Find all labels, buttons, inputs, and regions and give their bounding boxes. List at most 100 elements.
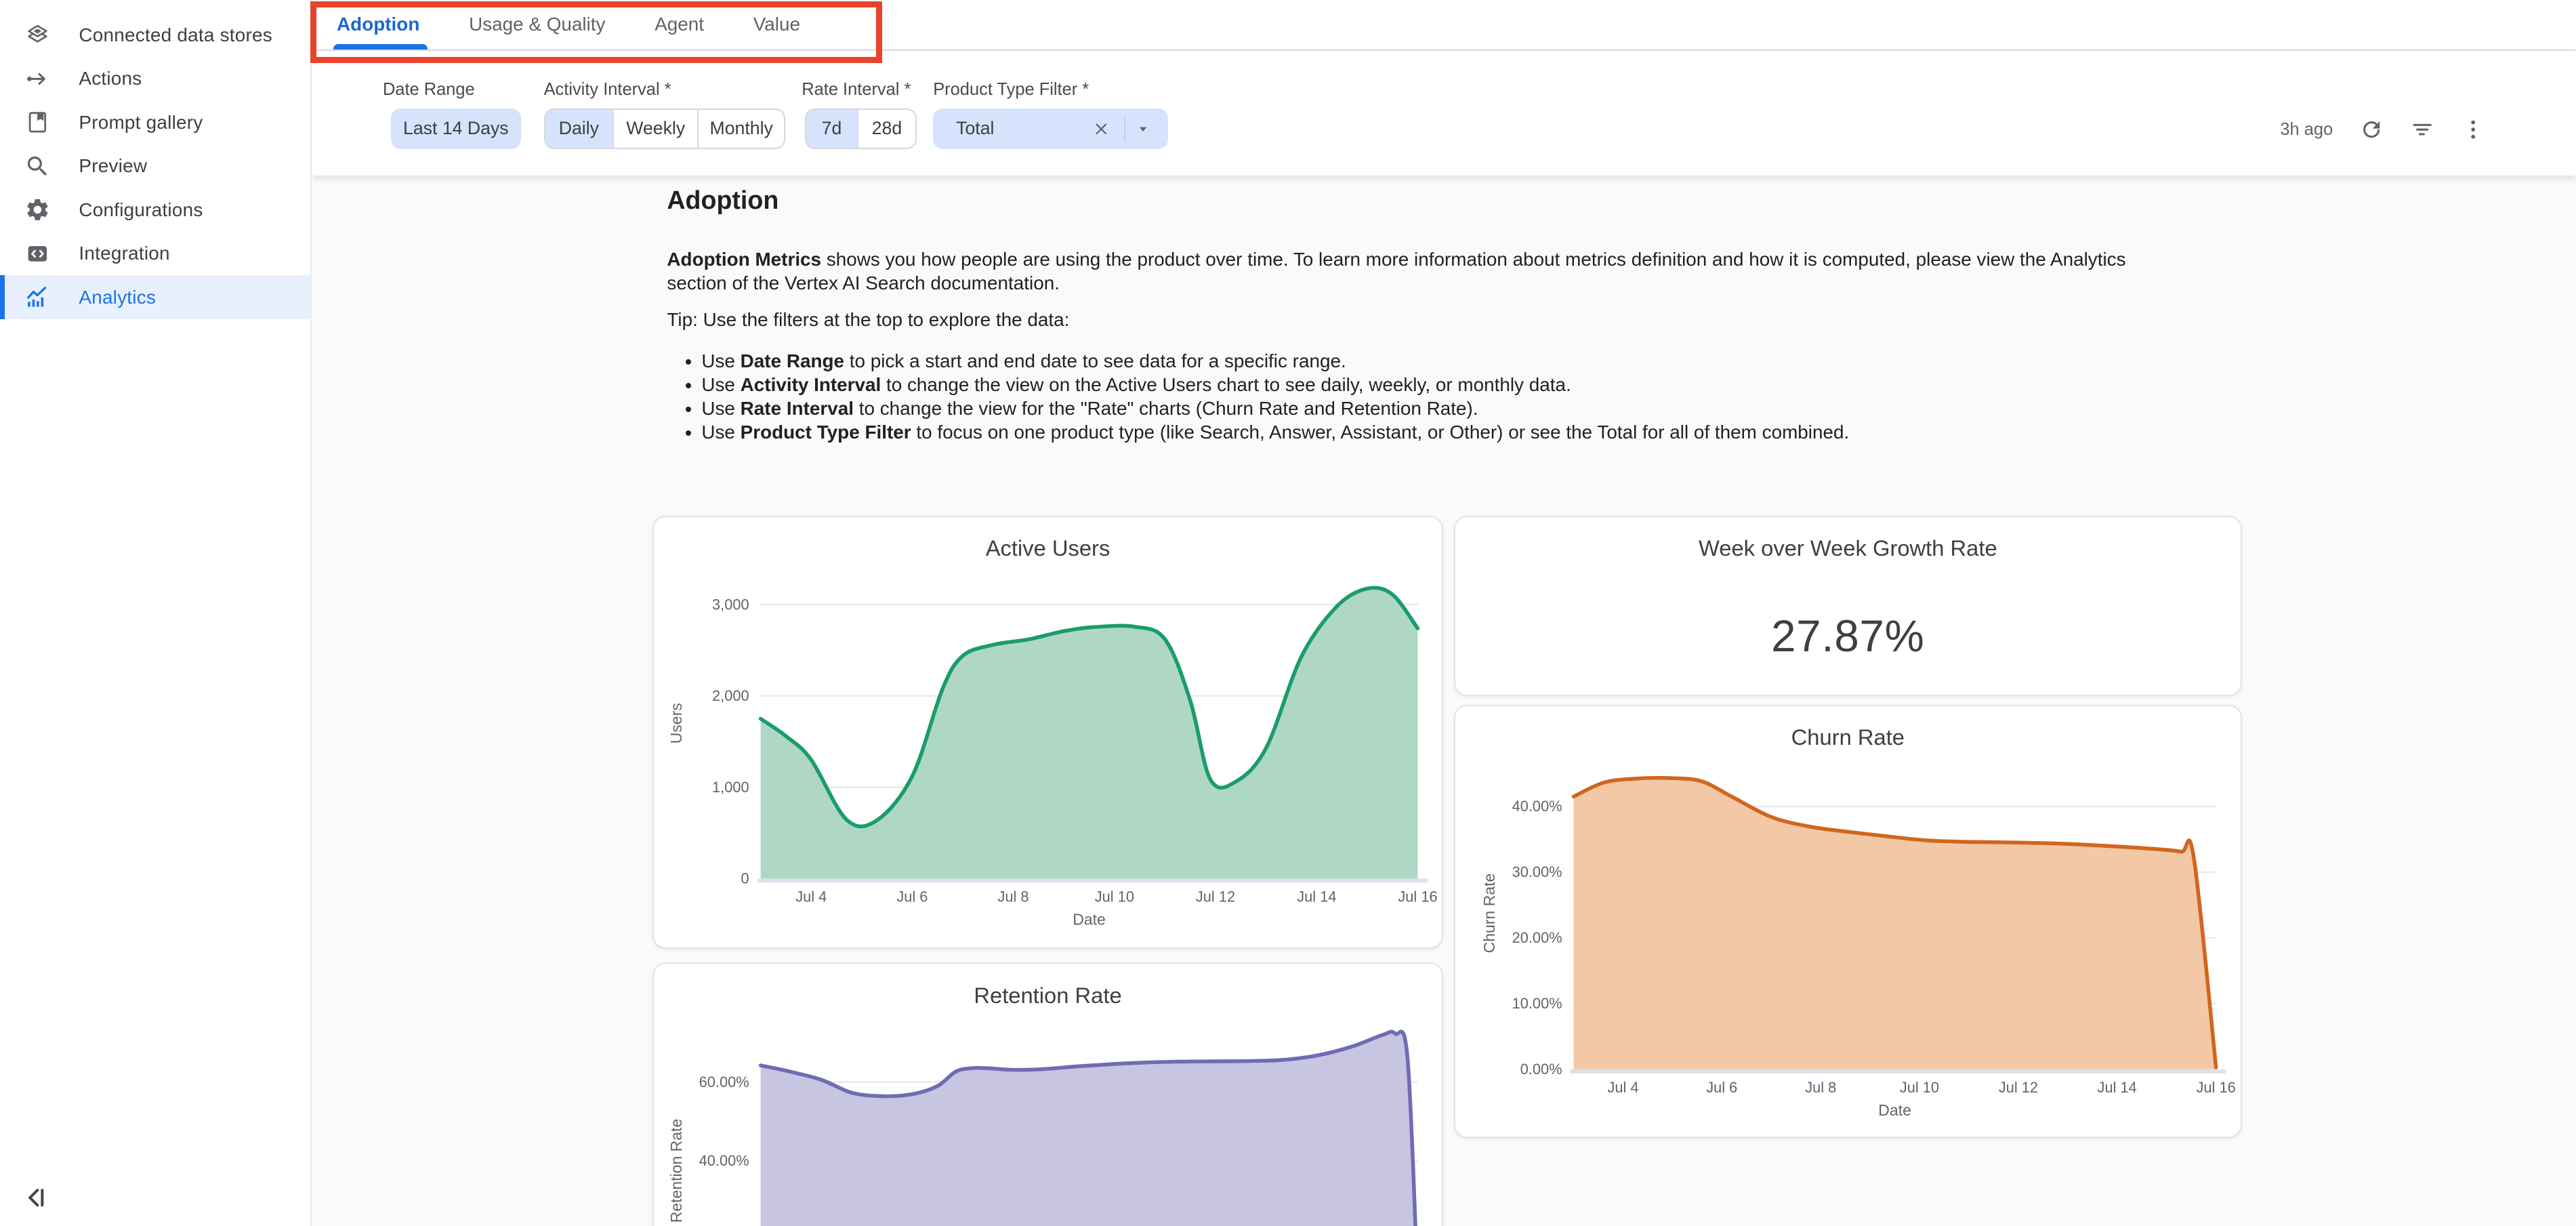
filter-button[interactable] — [2410, 117, 2434, 142]
svg-text:Jul 12: Jul 12 — [1999, 1079, 2038, 1096]
svg-text:Churn Rate: Churn Rate — [1480, 873, 1498, 953]
sidebar-item-prompt-gallery[interactable]: Prompt gallery — [0, 100, 310, 144]
more-vert-icon — [2461, 117, 2485, 142]
rate-28d-option[interactable]: 28d — [857, 110, 915, 148]
svg-text:Retention Rate: Retention Rate — [667, 1119, 685, 1223]
collapse-sidebar-button[interactable] — [20, 1181, 52, 1214]
main-area: Adoption Usage & Quality Agent Value Dat… — [312, 0, 2576, 1226]
rate-interval-toggle: 7d 28d — [805, 108, 917, 150]
svg-text:1,000: 1,000 — [712, 779, 749, 796]
svg-text:Jul 4: Jul 4 — [795, 888, 827, 905]
refresh-icon — [2359, 117, 2384, 142]
activity-monthly-option[interactable]: Monthly — [697, 110, 784, 148]
svg-text:Date: Date — [1073, 910, 1106, 928]
divider — [1124, 116, 1125, 142]
svg-text:3,000: 3,000 — [712, 596, 749, 613]
svg-text:Jul 14: Jul 14 — [1297, 888, 1336, 905]
sidebar-item-configurations[interactable]: Configurations — [0, 188, 310, 231]
tab-bar: Adoption Usage & Quality Agent Value — [312, 0, 2576, 51]
sidebar-item-integration[interactable]: Integration — [0, 232, 310, 275]
svg-text:Jul 14: Jul 14 — [2097, 1079, 2136, 1096]
tab-adoption[interactable]: Adoption — [312, 0, 444, 49]
product-type-value: Total — [956, 118, 1092, 139]
sidebar-nav: Connected data stores Actions Prompt gal… — [0, 0, 310, 319]
sidebar-item-label: Configurations — [79, 199, 203, 221]
gear-icon — [24, 197, 51, 223]
svg-text:Jul 10: Jul 10 — [1900, 1079, 1939, 1096]
tab-value[interactable]: Value — [728, 0, 825, 49]
activity-daily-option[interactable]: Daily — [545, 110, 613, 148]
active-users-chart: 3,000 2,000 1,000 0 Jul 4 Jul 6 Jul 8 Jul 10 Jul… — [654, 517, 1439, 944]
page-title: Adoption — [667, 182, 2195, 218]
sidebar-item-actions[interactable]: Actions — [0, 57, 310, 100]
svg-text:Jul 8: Jul 8 — [1805, 1079, 1836, 1096]
sidebar-item-label: Integration — [79, 243, 169, 264]
more-options-button[interactable] — [2461, 117, 2485, 142]
tip-text: Tip: Use the filters at the top to explo… — [667, 308, 2195, 332]
svg-text:10.00%: 10.00% — [1512, 995, 1562, 1012]
list-item: Use Activity Interval to change the view… — [701, 373, 2195, 397]
churn-rate-chart: 40.00%30.00%20.00%10.00%0.00%Jul 4Jul 6J… — [1455, 706, 2237, 1133]
description-block: Adoption Adoption Metrics shows you how … — [667, 182, 2195, 445]
date-range-value: Last 14 Days — [403, 118, 509, 139]
sidebar-item-label: Prompt gallery — [79, 112, 203, 134]
sidebar-item-label: Preview — [79, 155, 147, 177]
tab-usage-quality[interactable]: Usage & Quality — [444, 0, 630, 49]
filter-bar: Date Range Last 14 Days Activity Interva… — [312, 51, 2576, 176]
sidebar: Connected data stores Actions Prompt gal… — [0, 0, 312, 1226]
svg-text:0: 0 — [741, 870, 749, 887]
code-brackets-icon — [24, 241, 51, 267]
list-item: Use Date Range to pick a start and end d… — [701, 350, 2195, 373]
svg-text:40.00%: 40.00% — [1512, 798, 1562, 815]
arrow-right-from-dot-icon — [24, 66, 51, 92]
sidebar-item-connected-data-stores[interactable]: Connected data stores — [0, 13, 310, 56]
svg-text:Date: Date — [1878, 1101, 1911, 1119]
product-type-dropdown[interactable]: Total — [933, 108, 1168, 150]
svg-text:60.00%: 60.00% — [699, 1074, 749, 1090]
sidebar-item-label: Analytics — [79, 287, 156, 308]
tab-agent[interactable]: Agent — [630, 0, 729, 49]
date-range-chip[interactable]: Last 14 Days — [391, 108, 521, 150]
svg-text:Users: Users — [667, 703, 685, 743]
refresh-button[interactable] — [2359, 117, 2384, 142]
activity-interval-label: Activity Interval * — [544, 80, 671, 100]
activity-weekly-option[interactable]: Weekly — [612, 110, 697, 148]
app-window: Connected data stores Actions Prompt gal… — [0, 0, 2576, 1226]
svg-text:20.00%: 20.00% — [1512, 929, 1562, 946]
svg-text:Jul 8: Jul 8 — [997, 888, 1029, 905]
retention-rate-card: Retention Rate 60.00%40.00%20.00%0.00%Ju… — [652, 962, 1444, 1225]
intro-text-2: section of the Vertex AI Search document… — [667, 272, 1060, 293]
wow-growth-card: Week over Week Growth Rate 27.87% — [1454, 516, 2242, 696]
svg-text:Jul 16: Jul 16 — [1398, 888, 1437, 905]
date-range-label: Date Range — [383, 80, 475, 100]
last-refreshed-label: 3h ago — [2280, 120, 2333, 140]
sidebar-item-label: Connected data stores — [79, 24, 272, 46]
product-type-filter-label: Product Type Filter * — [933, 80, 1089, 100]
svg-text:Jul 6: Jul 6 — [896, 888, 928, 905]
svg-text:Jul 10: Jul 10 — [1094, 888, 1134, 905]
chart-insights-icon — [24, 284, 51, 310]
svg-text:40.00%: 40.00% — [699, 1153, 749, 1170]
svg-text:2,000: 2,000 — [712, 687, 749, 704]
sidebar-item-preview[interactable]: Preview — [0, 144, 310, 188]
churn-rate-card: Churn Rate 40.00%30.00%20.00%10.00%0.00%… — [1454, 705, 2242, 1138]
dropdown-arrow-icon[interactable] — [1135, 121, 1151, 137]
active-users-card: Active Users 3,0002,0001,0000Jul 4Jul 6J… — [652, 516, 1444, 949]
toolbar: 3h ago — [2280, 117, 2485, 143]
kpi-title: Week over Week Growth Rate — [1455, 533, 2241, 563]
svg-text:Jul 4: Jul 4 — [1607, 1079, 1638, 1096]
svg-text:Jul 12: Jul 12 — [1195, 888, 1234, 905]
filter-icon — [2410, 117, 2434, 142]
rate-7d-option[interactable]: 7d — [806, 110, 857, 148]
rate-interval-label: Rate Interval * — [802, 80, 911, 100]
clear-x-icon[interactable] — [1092, 120, 1110, 138]
kpi-value: 27.87% — [1455, 611, 2241, 661]
intro-bold: Adoption Metrics — [667, 249, 821, 270]
list-item: Use Product Type Filter to focus on one … — [701, 421, 2195, 445]
sidebar-item-label: Actions — [79, 68, 142, 89]
collapse-left-icon — [20, 1181, 52, 1214]
svg-text:Jul 6: Jul 6 — [1706, 1079, 1737, 1096]
activity-interval-toggle: Daily Weekly Monthly — [544, 108, 785, 150]
sidebar-item-analytics[interactable]: Analytics — [0, 275, 310, 319]
intro-paragraph: Adoption Metrics shows you how people ar… — [667, 248, 2195, 295]
